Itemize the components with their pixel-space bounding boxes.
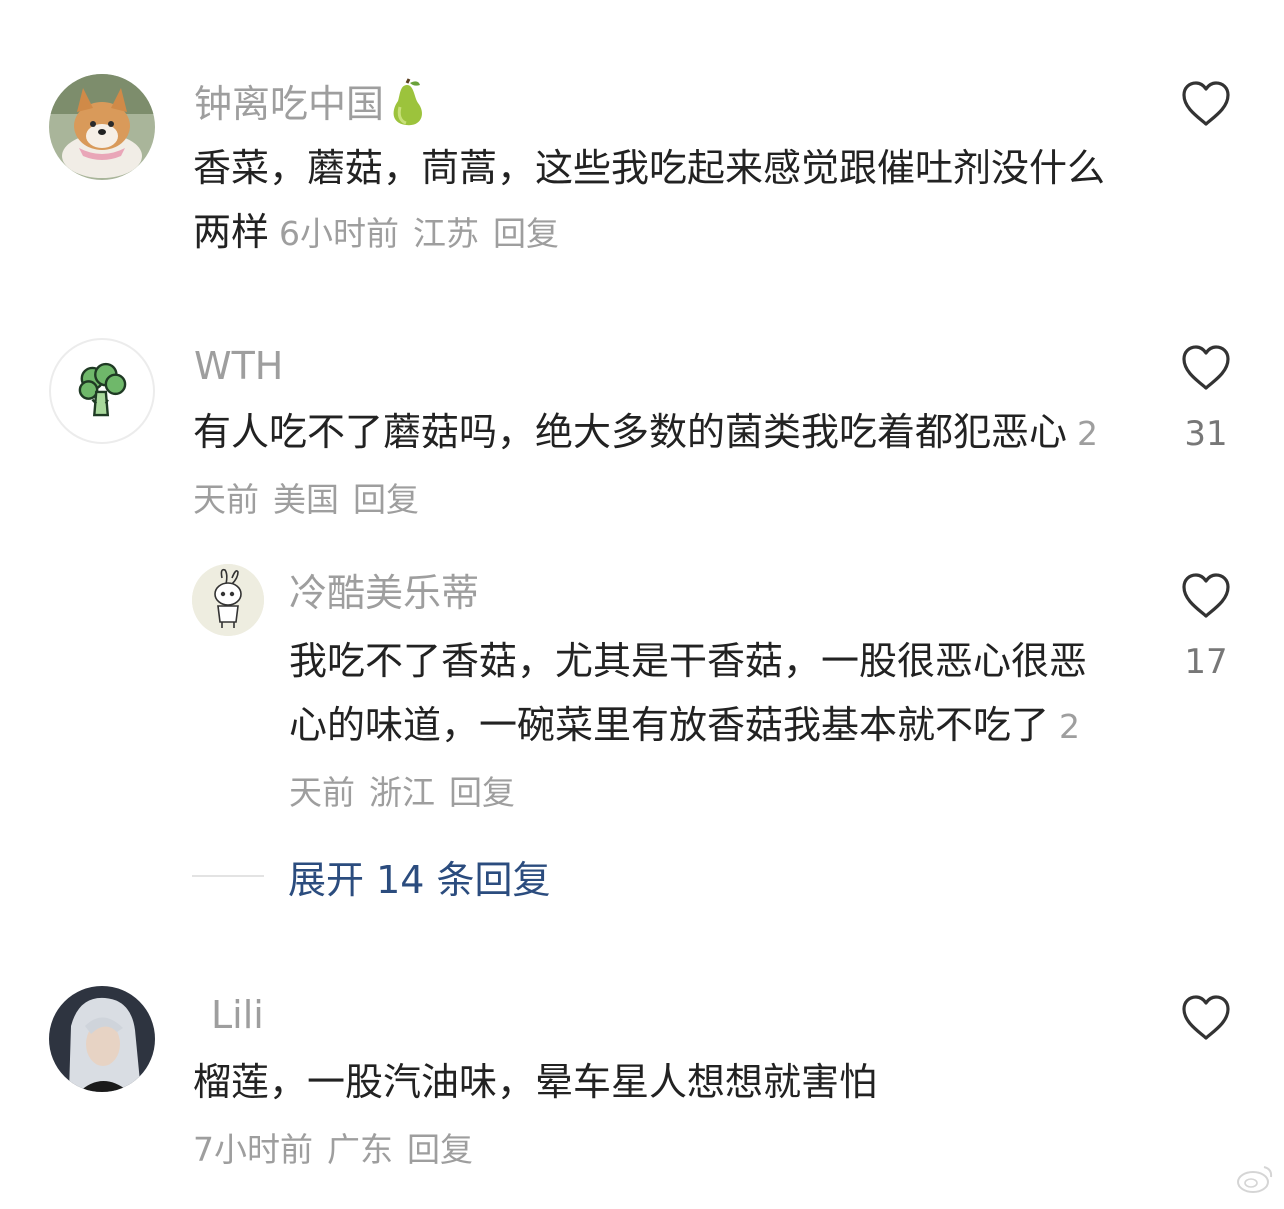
reply-body: 我吃不了香菇，尤其是干香菇，一股很恶心很恶心的味道，一碗菜里有放香菇我基本就不吃…: [289, 629, 1089, 825]
comment-body: 有人吃不了蘑菇吗，绝大多数的菌类我吃着都犯恶心 2天前 美国 回复: [193, 400, 1123, 532]
comment-location: 广东: [327, 1130, 393, 1169]
username-text: WTH: [194, 344, 284, 388]
heart-icon: [1182, 995, 1230, 1040]
avatar[interactable]: [49, 338, 155, 444]
like-button[interactable]: [1176, 994, 1236, 1042]
like-count: 17: [1184, 642, 1228, 682]
reply-username[interactable]: 冷酷美乐蒂: [289, 570, 479, 616]
expand-replies-label: 展开 14 条回复: [288, 857, 551, 902]
weibo-logo-icon: [1237, 1166, 1273, 1193]
comment-text: 榴莲，一股汽油味，晕车星人想想就害怕: [193, 1060, 878, 1104]
comment-body: 香菜，蘑菇，茼蒿，这些我吃起来感觉跟催吐剂没什么两样 6小时前 江苏 回复: [193, 136, 1123, 266]
heart-icon: [1182, 81, 1230, 126]
heart-icon: [1182, 345, 1230, 390]
heart-icon: [1182, 573, 1230, 618]
comment-text: 有人吃不了蘑菇吗，绝大多数的菌类我吃着都犯恶心: [193, 410, 1068, 454]
comment-meta-row: 7小时前 广东 回复: [183, 1116, 1113, 1182]
avatar[interactable]: [49, 74, 155, 180]
comment-location: 江苏: [413, 214, 480, 253]
comment-meta: 7小时前 广东 回复: [193, 1130, 487, 1169]
comment-location: 美国: [273, 480, 339, 519]
comment-body: 榴莲，一股汽油味，晕车星人想想就害怕: [193, 1050, 1123, 1114]
username-text: 钟离吃中国: [194, 82, 385, 126]
avatar[interactable]: [192, 564, 264, 636]
comment-meta: 6小时前 江苏 回复: [279, 214, 573, 253]
reply-location: 浙江: [369, 773, 435, 812]
username[interactable]: 钟离吃中国: [194, 77, 428, 129]
broccoli-avatar-icon: [78, 362, 127, 417]
shiba-dog-avatar-icon: [49, 74, 155, 180]
username-text: Lili: [211, 993, 264, 1037]
reply-button[interactable]: 回复: [407, 1130, 473, 1169]
like-count: 31: [1184, 414, 1228, 454]
reply-text: 我吃不了香菇，尤其是干香菇，一股很恶心很恶心的味道，一碗菜里有放香菇我基本就不吃…: [289, 639, 1088, 747]
comment-time: 6小时前: [279, 214, 400, 253]
watermark: [1236, 1161, 1276, 1195]
reply-button[interactable]: 回复: [449, 773, 515, 812]
like-button[interactable]: 31: [1176, 344, 1236, 454]
comment-time: 7小时前: [193, 1130, 313, 1169]
like-button[interactable]: 17: [1176, 572, 1236, 682]
divider: [192, 875, 264, 877]
username[interactable]: Lili: [211, 992, 264, 1038]
expand-replies-button[interactable]: 展开 14 条回复: [192, 848, 551, 904]
like-button[interactable]: [1176, 80, 1236, 128]
username-text: 冷酷美乐蒂: [289, 571, 480, 615]
pear-icon: [386, 77, 428, 129]
username[interactable]: WTH: [194, 343, 283, 389]
melody-avatar-icon: [192, 564, 264, 636]
reply-button[interactable]: 回复: [493, 214, 559, 253]
reply-button[interactable]: 回复: [353, 480, 419, 519]
character-avatar-icon: [49, 986, 155, 1092]
avatar[interactable]: [49, 986, 155, 1092]
